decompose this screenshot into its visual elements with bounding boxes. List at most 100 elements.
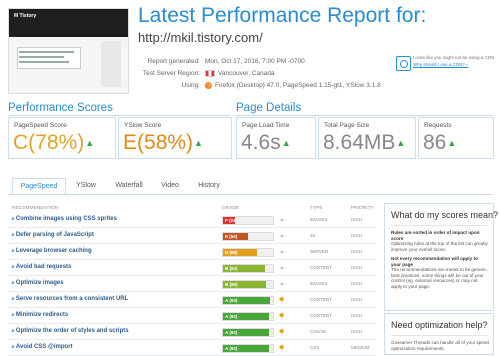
grade-bar-fill: B (84) xyxy=(223,265,265,272)
recommendation-name[interactable]: Leverage browser caching xyxy=(12,248,92,254)
col-header-type: TYPE xyxy=(310,205,323,210)
page-size-label: Total Page Size xyxy=(324,122,370,129)
recommendation-priority: HIGH xyxy=(351,281,363,286)
table-row[interactable]: Leverage browser caching D (68) ⌄ SERVER HIG… xyxy=(8,245,376,260)
col-header-grade: GRADE xyxy=(222,205,240,210)
grade-bar-fill: A (93) xyxy=(223,297,270,304)
scores-help-body-1: Optimizing rules at the top of the list … xyxy=(391,241,488,252)
yslow-grade: E xyxy=(123,131,138,154)
trend-up-icon: ▲ xyxy=(396,138,406,149)
diamond-icon: ◆ xyxy=(279,344,285,351)
trend-up-icon: ▲ xyxy=(85,138,95,149)
cdn-notice-text: Looks like you might not be using a CDN xyxy=(413,55,495,60)
divider xyxy=(391,225,487,226)
cdn-icon xyxy=(396,56,411,71)
requests-box: Requests 86▲ xyxy=(418,117,494,159)
tab-pagespeed[interactable]: PageSpeed xyxy=(12,178,66,195)
yslow-score-value: E(58%)▲ xyxy=(123,131,203,155)
pagespeed-score-value: C(78%)▲ xyxy=(13,131,94,155)
page-size-box: Total Page Size 8.64MB▲ xyxy=(318,117,416,159)
chevron-down-icon: ⌄ xyxy=(279,232,285,239)
recommendation-priority: HIGH xyxy=(351,217,363,222)
grade-bar: A (92) xyxy=(222,328,274,337)
grade-bar: F (24) xyxy=(222,216,274,225)
grade-bar-fill: F (24) xyxy=(223,217,235,224)
grade-bar: D (68) xyxy=(222,248,274,257)
table-row[interactable]: Avoid CSS @importA (92)◆CSSMEDIUM xyxy=(8,341,376,356)
scores-help-title: What do my scores mean? xyxy=(391,210,499,220)
tab-waterfall[interactable]: Waterfall xyxy=(106,178,152,193)
diamond-icon: ◆ xyxy=(279,312,285,319)
recommendation-name[interactable]: Optimize images xyxy=(12,280,64,286)
recommendation-name[interactable]: Serve resources from a consistent URL xyxy=(12,296,128,302)
load-time-value: 4.6s▲ xyxy=(241,131,291,155)
recommendation-priority: HIGH xyxy=(351,313,363,318)
firefox-icon xyxy=(205,82,212,89)
thumbnail-text-line xyxy=(19,61,69,63)
trend-up-icon: ▲ xyxy=(281,138,291,149)
recommendation-priority: HIGH xyxy=(351,249,363,254)
recommendation-name[interactable]: Combine images using CSS sprites xyxy=(12,216,117,222)
canada-flag-icon xyxy=(205,70,215,77)
divider xyxy=(391,335,487,336)
scores-help-bold-2: Not every recommendation will apply to y… xyxy=(391,256,478,267)
report-url[interactable]: http://mkil.tistory.com/ xyxy=(138,30,263,45)
cdn-notice-link[interactable]: Why should I use a CDN? » xyxy=(413,62,469,67)
optimization-help-title: Need optimization help? xyxy=(391,320,488,330)
recommendation-type: CONTENT xyxy=(310,265,332,270)
region-text: Vancouver, Canada xyxy=(218,70,275,78)
scores-help-text-1: Rules are sorted in order of impact upon… xyxy=(391,230,489,252)
yslow-score-label: YSlow Score xyxy=(124,122,162,129)
table-row[interactable]: Defer parsing of JavaScript E (50) ⌄ JS HIGH xyxy=(8,229,376,244)
thumbnail-header: M Tistory xyxy=(9,9,128,37)
recommendation-type: IMAGES xyxy=(310,281,328,286)
trend-up-icon: ▲ xyxy=(447,138,457,149)
recommendation-name[interactable]: Optimize the order of styles and scripts xyxy=(12,328,129,334)
tab-video[interactable]: Video xyxy=(152,178,188,193)
col-header-recommendation: RECOMMENDATION xyxy=(12,205,59,210)
thumbnail-text-line xyxy=(19,56,64,58)
requests-value: 86▲ xyxy=(423,131,456,155)
scores-help-bold-1: Rules are sorted in order of impact upon… xyxy=(391,230,480,241)
grade-bar-fill: A (92) xyxy=(223,329,269,336)
chevron-down-icon: ⌄ xyxy=(279,264,285,271)
recommendation-name[interactable]: Minimize redirects xyxy=(12,312,68,318)
recommendation-type: IMAGES xyxy=(310,217,328,222)
recommendation-priority: HIGH xyxy=(351,297,363,302)
table-row[interactable]: Optimize images B (86) ⌄ IMAGES HIGH xyxy=(8,277,376,292)
grade-bar: A (92) xyxy=(222,344,274,353)
grade-bar-fill: D (68) xyxy=(223,249,257,256)
tab-yslow[interactable]: YSlow xyxy=(66,178,106,193)
table-row[interactable]: Avoid bad requests B (84) ⌄ CONTENT HIGH xyxy=(8,261,376,276)
recommendation-priority: HIGH xyxy=(351,265,363,270)
page-size-number: 8.64MB xyxy=(323,131,396,154)
table-row[interactable]: Optimize the order of styles and scripts… xyxy=(8,325,376,340)
recommendation-type: JS xyxy=(310,233,316,238)
thumbnail-logo: M Tistory xyxy=(14,13,37,19)
table-row[interactable]: Minimize redirects A (92) ◆ CONTENT HIGH xyxy=(8,309,376,324)
col-header-priority: PRIORITY xyxy=(351,205,374,210)
grade-bar: A (92) xyxy=(222,312,274,321)
recommendation-name[interactable]: Avoid CSS @import xyxy=(12,344,73,350)
table-row[interactable]: Serve resources from a consistent URL A (… xyxy=(8,293,376,308)
recommendation-type: CSS/JS xyxy=(310,329,326,334)
scores-help-body-2: The recommendations are meant to be gene… xyxy=(391,267,488,289)
meta-label-generated: Report generated: xyxy=(147,58,200,65)
grade-bar: A (93) xyxy=(222,296,274,305)
pagespeed-percent: (78%) xyxy=(28,131,85,154)
meta-value-using: Firefox (Desktop) 47.0, PageSpeed 1.15-g… xyxy=(205,82,381,89)
recommendation-name[interactable]: Defer parsing of JavaScript xyxy=(12,232,94,238)
pagespeed-score-box: PageSpeed Score C(78%)▲ xyxy=(8,117,116,159)
load-time-box: Page Load Time 4.6s▲ xyxy=(236,117,316,159)
performance-scores-heading: Performance Scores xyxy=(8,102,113,114)
recommendation-name[interactable]: Avoid bad requests xyxy=(12,264,71,270)
grade-bar-fill: A (92) xyxy=(223,313,269,320)
table-row[interactable]: Combine images using CSS sprites F (24) ⌄ I… xyxy=(8,213,376,228)
optimization-help-panel: Need optimization help? Gossamer Threads… xyxy=(384,313,494,355)
thumbnail-text-line xyxy=(19,51,74,53)
browser-text: Firefox (Desktop) 47.0, PageSpeed 1.15-g… xyxy=(215,82,381,90)
tab-history[interactable]: History xyxy=(188,178,230,193)
tabs-divider xyxy=(8,194,492,195)
grade-bar: B (86) xyxy=(222,280,274,289)
grade-bar: E (50) xyxy=(222,232,274,241)
